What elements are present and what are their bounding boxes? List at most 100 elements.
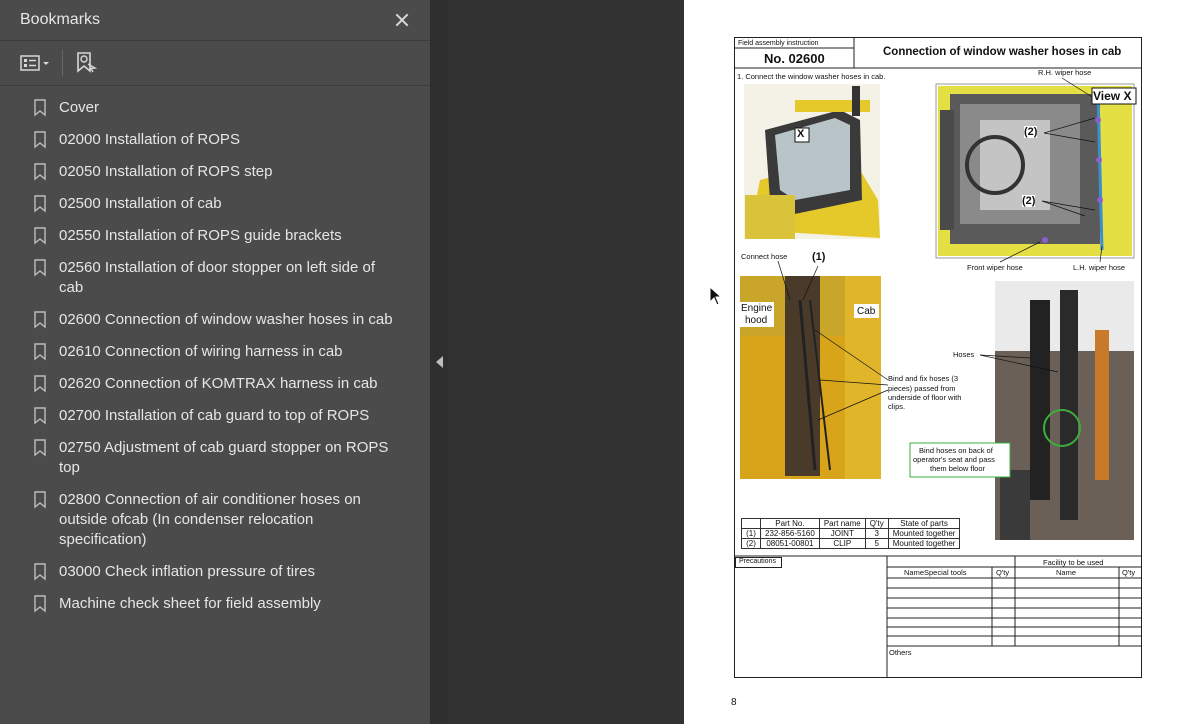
parts-header-cell: Part No. <box>760 518 820 529</box>
bookmark-icon <box>34 163 46 181</box>
callout-x: X <box>797 128 805 140</box>
bookmark-label: 02800 Connection of air conditioner hose… <box>59 491 361 548</box>
bookmark-item[interactable]: 02560 Installation of door stopper on le… <box>0 252 430 304</box>
bookmark-label: 02700 Installation of cab guard to top o… <box>59 407 370 424</box>
bookmark-item[interactable]: 03000 Check inflation pressure of tires <box>0 556 430 588</box>
collapse-panel-icon[interactable] <box>436 356 443 368</box>
doc-number: No. 02600 <box>764 51 825 66</box>
facility-header: Facility to be used <box>1043 558 1104 567</box>
bookmark-icon <box>34 195 46 213</box>
bookmark-item[interactable]: 02610 Connection of wiring harness in ca… <box>0 336 430 368</box>
bookmark-item[interactable]: 02620 Connection of KOMTRAX harness in c… <box>0 368 430 400</box>
bookmark-icon <box>34 407 46 425</box>
bind-back-line-3: them below floor <box>930 464 986 473</box>
bookmark-item[interactable]: 02800 Connection of air conditioner hose… <box>0 484 430 556</box>
bookmark-search-icon <box>77 52 97 73</box>
bind-fix-line-4: clips. <box>888 402 906 411</box>
marker-2a: (2) <box>1024 126 1038 138</box>
front-wiper-hose-label: Front wiper hose <box>967 263 1023 272</box>
panel-title: Bookmarks <box>20 11 101 28</box>
bookmark-item[interactable]: 02750 Adjustment of cab guard stopper on… <box>0 432 430 484</box>
view-x-photo <box>935 83 1135 259</box>
bookmark-icon <box>34 491 46 509</box>
bookmark-icon <box>34 311 46 329</box>
precautions-label: Precautions <box>739 558 776 565</box>
find-bookmark-button[interactable] <box>75 48 97 78</box>
list-options-icon <box>20 55 49 71</box>
bookmark-icon <box>34 227 46 245</box>
others-label: Others <box>889 648 912 657</box>
bind-fix-line-3: underside of floor with <box>888 393 962 402</box>
bookmark-icon <box>34 439 46 457</box>
rh-wiper-hose-label: R.H. wiper hose <box>1038 68 1092 77</box>
qty-header-2: Q'ty <box>1122 568 1136 577</box>
bookmark-icon <box>34 259 46 277</box>
parts-header-row: Part No. Part name Q'ty State of parts <box>741 518 961 529</box>
header-label: Field assembly instruction <box>738 40 819 47</box>
name-header: Name <box>1056 568 1077 577</box>
options-menu-button[interactable] <box>20 48 50 78</box>
qty-header-1: Q'ty <box>996 568 1010 577</box>
bookmark-item[interactable]: 02500 Installation of cab <box>0 188 430 220</box>
bind-fix-line-1: Bind and fix hoses (3 <box>888 374 959 383</box>
bookmark-label: 03000 Check inflation pressure of tires <box>59 563 315 580</box>
bookmark-label: Machine check sheet for field assembly <box>59 595 321 612</box>
table-row: (1) 232-856-5160 JOINT 3 Mounted together <box>741 528 961 539</box>
table-cell: CLIP <box>818 538 866 549</box>
bookmark-item[interactable]: 02700 Installation of cab guard to top o… <box>0 400 430 432</box>
parts-header-cell: Part name <box>818 518 866 529</box>
bookmark-item[interactable]: 02550 Installation of ROPS guide bracket… <box>0 220 430 252</box>
table-cell: 5 <box>864 538 889 549</box>
bookmark-label: 02750 Adjustment of cab guard stopper on… <box>59 439 389 476</box>
parts-header-cell: Q'ty <box>864 518 889 529</box>
bind-back-line-1: Bind hoses on back of <box>919 446 993 455</box>
bind-back-line-2: operator's seat and pass <box>913 455 995 464</box>
lh-wiper-hose-label: L.H. wiper hose <box>1073 263 1126 272</box>
page-number: 8 <box>731 697 737 708</box>
panel-header: Bookmarks <box>0 0 430 41</box>
bookmark-label: 02000 Installation of ROPS <box>59 131 240 148</box>
hoses-label: Hoses <box>953 350 975 359</box>
bookmark-list: Cover 02000 Installation of ROPS 02050 Ins… <box>0 86 430 620</box>
bookmark-icon <box>34 131 46 149</box>
connect-hose-label: Connect hose <box>741 252 788 261</box>
table-cell: 3 <box>864 528 889 539</box>
bookmark-label: 02550 Installation of ROPS guide bracket… <box>59 227 342 244</box>
doc-title: Connection of window washer hoses in cab <box>883 46 1122 58</box>
bookmark-label: 02560 Installation of door stopper on le… <box>59 259 376 296</box>
parts-header-cell: State of parts <box>887 518 961 529</box>
table-cell: Mounted together <box>887 538 961 549</box>
page-drawing <box>734 37 1142 678</box>
table-cell: Mounted together <box>887 528 961 539</box>
bookmark-icon <box>34 595 46 613</box>
loader-photo <box>744 84 880 239</box>
bookmark-icon <box>34 343 46 361</box>
engine-hood-label-2: hood <box>745 315 768 326</box>
bookmark-label: 02600 Connection of window washer hoses … <box>59 311 393 328</box>
bookmarks-panel: Bookmarks Cover 02000 Installation of ROP… <box>0 0 430 724</box>
cab-label: Cab <box>857 306 876 317</box>
bookmark-label: 02610 Connection of wiring harness in ca… <box>59 343 343 360</box>
bookmark-icon <box>34 375 46 393</box>
step-1-text: 1. Connect the window washer hoses in ca… <box>737 72 886 81</box>
table-cell: 232-856-5160 <box>760 528 820 539</box>
bookmark-item[interactable]: Cover <box>0 92 430 124</box>
bookmark-label: Cover <box>59 99 100 116</box>
bookmark-label: 02050 Installation of ROPS step <box>59 163 273 180</box>
special-tools-header: NameSpecial tools <box>904 568 967 577</box>
parts-header-cell <box>741 518 761 529</box>
bookmark-item[interactable]: 02600 Connection of window washer hoses … <box>0 304 430 336</box>
bind-fix-line-2: pieces) passed from <box>888 384 956 393</box>
engine-hood-label-1: Engine <box>741 303 773 314</box>
bookmark-item[interactable]: 02000 Installation of ROPS <box>0 124 430 156</box>
bookmark-item[interactable]: Machine check sheet for field assembly <box>0 588 430 620</box>
table-cell: 08051-00801 <box>760 538 820 549</box>
bookmarks-toolbar <box>0 41 430 86</box>
bookmark-label: 02620 Connection of KOMTRAX harness in c… <box>59 375 378 392</box>
bookmark-label: 02500 Installation of cab <box>59 195 222 212</box>
close-icon[interactable] <box>392 10 412 30</box>
table-cell: (1) <box>741 528 761 539</box>
bookmark-item[interactable]: 02050 Installation of ROPS step <box>0 156 430 188</box>
bookmark-icon <box>34 563 46 581</box>
bookmark-icon <box>34 99 46 117</box>
